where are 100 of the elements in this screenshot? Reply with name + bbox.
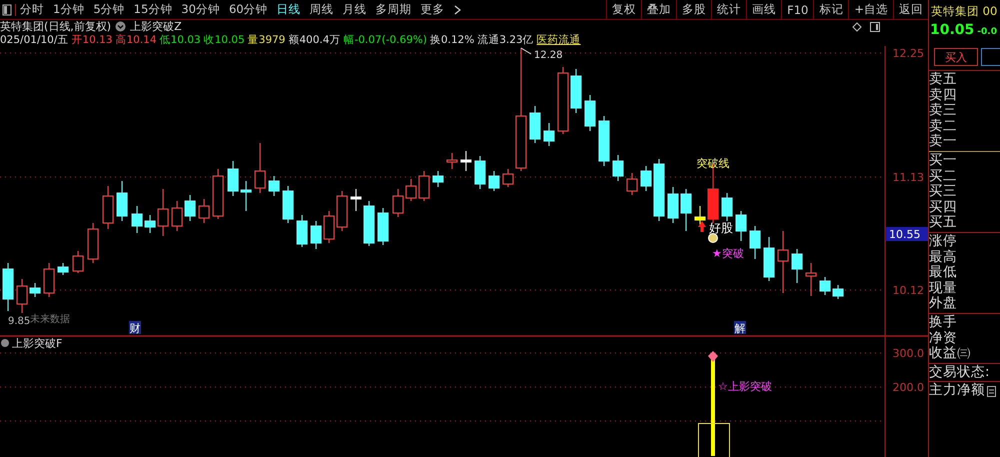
low-price-label: 9.85 <box>8 316 30 327</box>
toolbar-button[interactable]: 统计 <box>711 0 746 20</box>
candle <box>30 282 40 298</box>
candle <box>530 106 540 144</box>
chevron-right-icon[interactable] <box>454 4 461 14</box>
event-marker[interactable]: 财 <box>129 321 141 335</box>
quote-value: 高10.14 <box>115 32 157 46</box>
candle <box>282 186 294 224</box>
good-stock-label: 好股 <box>709 221 733 235</box>
period-tab[interactable]: 月线 <box>342 2 367 17</box>
candle <box>598 116 610 166</box>
toolbar-button[interactable]: F10 <box>781 0 814 20</box>
candle <box>736 210 746 242</box>
period-tab[interactable]: 5分钟 <box>93 2 125 17</box>
candle <box>750 226 760 260</box>
candle <box>212 168 224 220</box>
candle <box>570 68 582 114</box>
diamond-icon[interactable] <box>852 22 862 32</box>
toolbar-button[interactable]: 标记 <box>813 0 848 20</box>
candle <box>116 180 128 222</box>
candle <box>58 262 68 276</box>
breakout-line-label: 突破线 <box>696 157 730 170</box>
toolbar-button[interactable]: 叠加 <box>641 0 676 20</box>
stat-label: 最低 <box>929 265 958 281</box>
quote-value: 额400.4万 <box>288 32 340 46</box>
window-icon[interactable] <box>870 22 880 32</box>
candle <box>336 190 348 232</box>
candle <box>418 170 430 202</box>
candle <box>310 220 322 250</box>
candle <box>832 284 844 300</box>
candle <box>668 186 678 224</box>
candle <box>88 222 98 264</box>
period-tab[interactable]: 60分钟 <box>228 2 268 17</box>
panel-toggle-icon[interactable] <box>2 4 16 16</box>
candle <box>640 166 652 192</box>
period-tab[interactable]: 15分钟 <box>134 2 172 17</box>
candle <box>820 276 830 296</box>
stock-name: 英特集团 00 <box>930 3 998 20</box>
candle <box>792 248 802 284</box>
period-tab[interactable]: 更多 <box>420 2 445 17</box>
candle <box>172 200 182 232</box>
toolbar-button[interactable]: 复权 <box>606 0 642 20</box>
dropdown-circle-icon[interactable] <box>115 21 126 32</box>
bid-level-label: 买一 <box>929 152 958 169</box>
candle <box>268 176 280 196</box>
indicator-title: 上影突破Z <box>130 19 182 34</box>
candle <box>406 178 416 202</box>
security-title: 英特集团(日线,前复权) <box>0 19 112 34</box>
ask-level-label: 卖三 <box>929 103 958 119</box>
period-tab[interactable]: 30分钟 <box>181 2 220 17</box>
candle <box>254 142 266 194</box>
candle <box>132 206 142 234</box>
main-net-label: 主力净额 <box>929 383 985 399</box>
ask-level-label: 卖四 <box>929 88 958 103</box>
candle <box>228 160 238 196</box>
ask-level-label: 卖一 <box>929 134 958 150</box>
bid-level-label: 买三 <box>929 184 958 200</box>
candle <box>778 230 788 294</box>
candle <box>694 206 706 226</box>
candle <box>806 262 816 296</box>
period-tab[interactable]: 周线 <box>310 2 334 17</box>
candle <box>446 152 458 170</box>
toolbar-button[interactable]: +自选 <box>848 0 893 20</box>
price-axis-label: 11.13 <box>892 171 924 184</box>
candle <box>654 158 664 222</box>
toolbar-button[interactable]: 返回 <box>893 0 928 20</box>
current-price: 10.05 <box>930 22 974 38</box>
candle <box>2 262 14 312</box>
candle <box>184 194 196 222</box>
period-tab[interactable]: 1分钟 <box>53 2 84 17</box>
candle <box>144 214 156 234</box>
list-icon[interactable] <box>987 386 996 397</box>
event-marker[interactable]: 解 <box>734 321 746 335</box>
coin-icon <box>708 233 718 243</box>
stat-label: 现量 <box>929 280 958 296</box>
bid-level-label: 买二 <box>929 168 958 184</box>
peak-price-label: 12.28 <box>534 50 563 61</box>
candle <box>626 172 638 196</box>
quote-value: 幅-0.07(-0.69%) <box>343 32 427 46</box>
candle <box>324 210 334 244</box>
toolbar-button[interactable]: 画线 <box>746 0 782 20</box>
price-change: -0.0 <box>977 27 997 37</box>
price-axis-label: 10.12 <box>892 284 924 297</box>
candle <box>488 170 500 192</box>
trade-button[interactable]: 买入 <box>934 48 978 66</box>
period-tab[interactable]: 多周期 <box>376 2 412 17</box>
candle <box>544 122 554 146</box>
breakout-label: ★突破 <box>712 247 744 260</box>
period-tab[interactable]: 日线 <box>276 2 301 17</box>
candle <box>16 278 28 314</box>
indicator-circle-icon[interactable] <box>1 339 9 347</box>
toolbar-button[interactable]: 多股 <box>676 0 712 20</box>
quote-value[interactable]: 医药流通 <box>536 32 581 46</box>
period-tab[interactable]: 分时 <box>20 2 44 17</box>
candle <box>764 236 774 282</box>
candle <box>364 200 374 246</box>
candle <box>102 186 114 230</box>
candle <box>460 150 472 172</box>
candle <box>558 66 568 134</box>
quote-value: 收10.05 <box>204 32 245 46</box>
